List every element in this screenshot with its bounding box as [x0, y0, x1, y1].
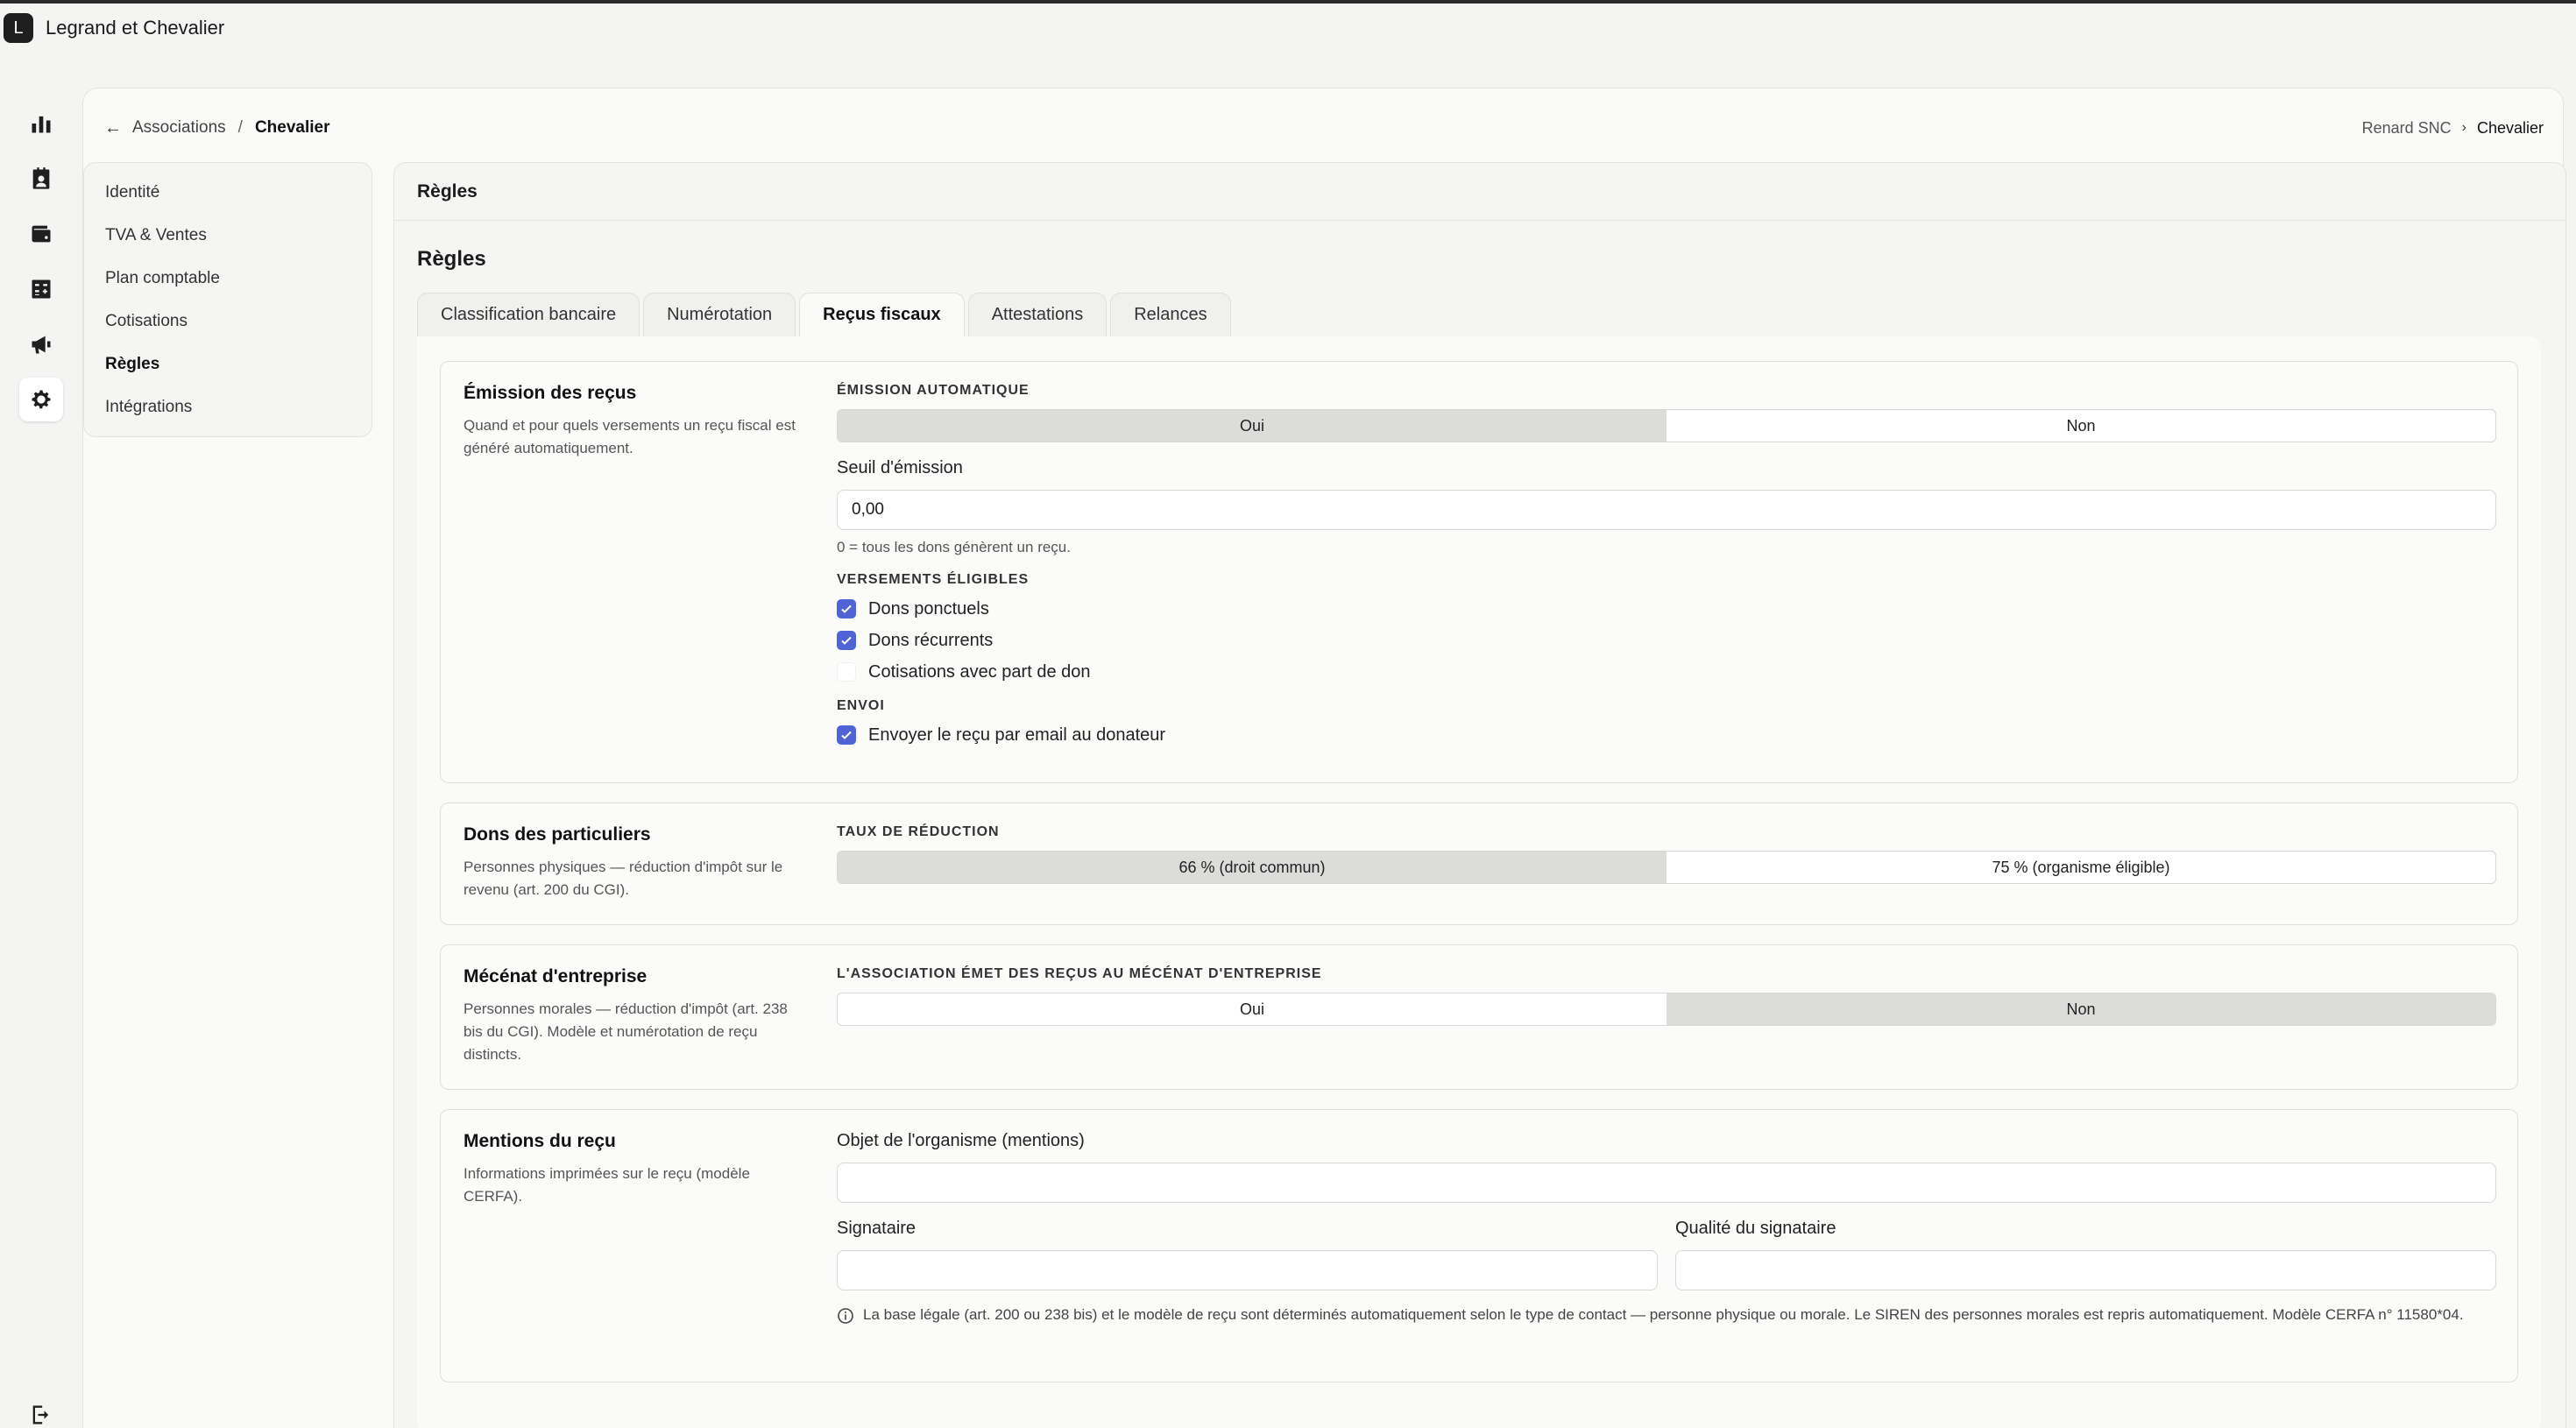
reduction-rate-label: Taux de réduction [837, 824, 1000, 839]
eligible-dons-ponctuels-label: Dons ponctuels [868, 598, 989, 619]
rail-calculator[interactable] [19, 267, 63, 311]
card-emission: Émission des reçus Quand et pour quels v… [440, 361, 2518, 783]
megaphone-icon [32, 336, 51, 354]
rail-campaigns[interactable] [19, 322, 63, 366]
card-mentions-description: Informations imprimées sur le reçu (modè… [464, 1165, 750, 1205]
card-emission-description: Quand et pour quels versements un reçu f… [464, 417, 796, 456]
rail-contacts[interactable] [19, 157, 63, 201]
eligible-dons-ponctuels[interactable]: Dons ponctuels [837, 593, 2496, 625]
send-email-option[interactable]: Envoyer le reçu par email au donateur [837, 719, 2496, 751]
arrow-left-icon[interactable]: ← [104, 118, 122, 138]
signatory-input[interactable] [837, 1250, 1658, 1290]
card-particuliers: Dons des particuliers Personnes physique… [440, 802, 2518, 925]
contacts-icon [32, 167, 50, 189]
section-title: Règles [417, 247, 486, 271]
eligible-label: Versements éligibles [837, 572, 1030, 587]
rail-dashboard[interactable] [19, 102, 63, 145]
send-email-label: Envoyer le reçu par email au donateur [868, 725, 1166, 745]
app-logo-letter: L [13, 18, 24, 38]
icon-rail [0, 88, 82, 1428]
app-logo[interactable]: L [4, 13, 33, 43]
auto-emission-non[interactable]: Non [1667, 410, 2495, 442]
breadcrumb-current: Chevalier [254, 118, 330, 137]
object-label: Objet de l'organisme (mentions) [837, 1131, 1085, 1150]
bar-chart-icon [32, 116, 51, 133]
content-panel: Règles Règles Classification bancaire Nu… [393, 162, 2566, 1428]
auto-emission-toggle: Oui Non [837, 409, 2496, 442]
checkbox-checked-icon[interactable] [837, 631, 856, 650]
rail-wallet[interactable] [19, 212, 63, 256]
gear-icon [32, 390, 51, 409]
org-parent[interactable]: Renard SNC [2362, 119, 2452, 138]
card-mentions-title: Mentions du reçu [464, 1131, 616, 1151]
tab-numerotation[interactable]: Numérotation [643, 293, 796, 336]
threshold-label: Seuil d'émission [837, 458, 963, 477]
card-emission-title: Émission des reçus [464, 383, 637, 403]
org-switcher: Renard SNC › Chevalier [2362, 115, 2544, 141]
reduction-rate-toggle: 66 % (droit commun) 75 % (organisme élig… [837, 851, 2496, 884]
breadcrumb: ← Associations / Chevalier [104, 115, 330, 141]
tab-classification-bancaire[interactable]: Classification bancaire [417, 293, 640, 336]
breadcrumb-parent[interactable]: Associations [132, 118, 226, 138]
card-mentions: Mentions du reçu Informations imprimées … [440, 1109, 2518, 1382]
subnav-item-cotisations[interactable]: Cotisations [84, 308, 372, 350]
eligible-cotisations-don-label: Cotisations avec part de don [868, 661, 1091, 682]
card-particuliers-title: Dons des particuliers [464, 824, 651, 845]
eligible-dons-recurrents-label: Dons récurrents [868, 630, 994, 650]
app-header: L Legrand et Chevalier [0, 4, 2576, 53]
mecenat-non[interactable]: Non [1667, 993, 2495, 1025]
main-shell: ← Associations / Chevalier Renard SNC › … [82, 88, 2566, 1428]
card-mecenat-title: Mécénat d'entreprise [464, 966, 648, 986]
subnav-item-plan-comptable[interactable]: Plan comptable [84, 265, 372, 308]
eligible-dons-recurrents[interactable]: Dons récurrents [837, 625, 2496, 656]
tab-relances[interactable]: Relances [1110, 293, 1231, 336]
info-circle-icon [837, 1303, 863, 1333]
signatory-label: Signataire [837, 1219, 916, 1238]
subnav-item-integrations[interactable]: Intégrations [84, 393, 372, 436]
checkbox-checked-icon[interactable] [837, 725, 856, 745]
tab-bar: Classification bancaire Numérotation Reç… [417, 291, 1235, 336]
subnav-item-identite[interactable]: Identité [84, 179, 372, 222]
subnav-item-regles[interactable]: Règles [84, 350, 372, 393]
threshold-input[interactable]: 0,00 [837, 490, 2496, 530]
tab-attestations[interactable]: Attestations [967, 293, 1108, 336]
sending-label: Envoi [837, 698, 885, 713]
eligible-cotisations-don[interactable]: Cotisations avec part de don [837, 656, 2496, 688]
wallet-icon [32, 225, 51, 243]
settings-subnav: Identité TVA & Ventes Plan comptable Cot… [83, 162, 372, 437]
card-particuliers-description: Personnes physiques — réduction d'impôt … [464, 859, 783, 898]
object-input[interactable] [837, 1163, 2496, 1203]
calculator-icon [32, 279, 51, 299]
signatory-role-input[interactable] [1675, 1250, 2496, 1290]
mecenat-question-label: L'association émet des reçus au mécénat … [837, 966, 1322, 981]
breadcrumb-separator: / [237, 118, 243, 137]
card-mecenat-description: Personnes morales — réduction d'impôt (a… [464, 1000, 788, 1063]
rate-75[interactable]: 75 % (organisme éligible) [1667, 852, 2495, 883]
subnav-item-tva-ventes[interactable]: TVA & Ventes [84, 222, 372, 265]
checkbox-checked-icon[interactable] [837, 599, 856, 619]
rail-settings[interactable] [19, 378, 63, 421]
threshold-hint: 0 = tous les dons génèrent un reçu. [837, 539, 1071, 555]
content-header: Règles [394, 163, 2565, 221]
auto-emission-label: Émission automatique [837, 383, 1030, 398]
card-mecenat: Mécénat d'entreprise Personnes morales —… [440, 944, 2518, 1090]
mecenat-toggle: Oui Non [837, 993, 2496, 1026]
app-title: Legrand et Chevalier [46, 17, 225, 39]
tab-panel-recus-fiscaux: Émission des reçus Quand et pour quels v… [417, 336, 2541, 1428]
rail-logout[interactable] [19, 1393, 63, 1428]
signatory-role-label: Qualité du signataire [1675, 1219, 1836, 1238]
logout-icon [32, 1405, 49, 1424]
tab-recus-fiscaux[interactable]: Reçus fiscaux [799, 293, 965, 336]
org-current[interactable]: Chevalier [2477, 119, 2544, 138]
auto-emission-oui[interactable]: Oui [838, 410, 1667, 442]
chevron-right-icon: › [2461, 120, 2466, 135]
mecenat-oui[interactable]: Oui [838, 993, 1667, 1025]
signatory-row: Signataire Qualité du signataire [837, 1219, 2496, 1290]
legal-info-text: La base légale (art. 200 ou 238 bis) et … [863, 1306, 2464, 1323]
legal-info-note: La base légale (art. 200 ou 238 bis) et … [837, 1303, 2496, 1333]
rate-66[interactable]: 66 % (droit commun) [838, 852, 1667, 883]
checkbox-unchecked-icon[interactable] [837, 662, 856, 682]
